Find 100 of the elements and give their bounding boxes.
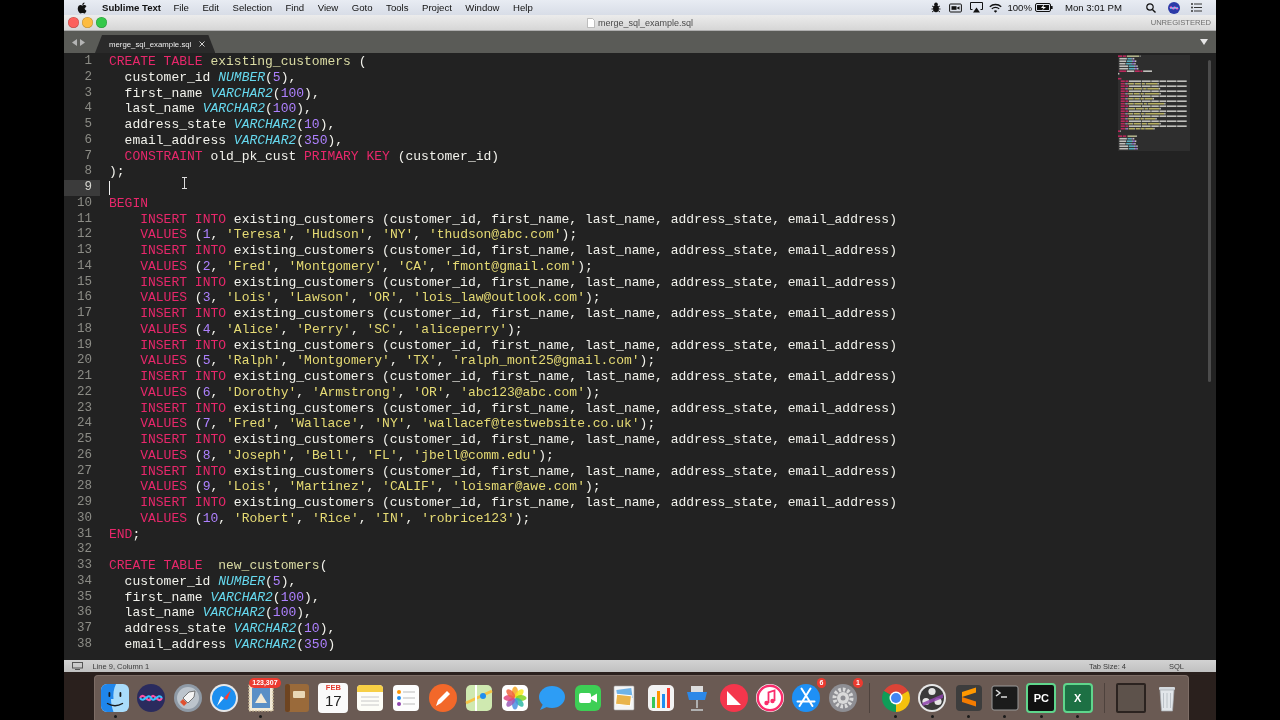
line-number: 37 bbox=[76, 621, 93, 637]
bug-icon[interactable] bbox=[930, 2, 941, 13]
crossed-sticks-icon[interactable] bbox=[791, 683, 822, 713]
code-line: INSERT INTO existing_customers (customer_id, first_name, last_name, address_state, email_address) bbox=[140, 306, 897, 322]
rocket-icon[interactable] bbox=[172, 683, 203, 713]
menu-item[interactable]: Window bbox=[465, 2, 500, 13]
orb-icon[interactable] bbox=[1168, 1, 1180, 14]
line-number: 3 bbox=[83, 85, 93, 102]
triangle-in-circle-icon[interactable] bbox=[718, 683, 749, 713]
menu-item[interactable]: Help bbox=[513, 2, 533, 13]
code-line: INSERT INTO existing_customers (customer_id, first_name, last_name, address_state, email_address) bbox=[140, 211, 897, 228]
line-number: 9 bbox=[64, 180, 100, 196]
line-number: 30 bbox=[76, 510, 93, 527]
line-number: 35 bbox=[76, 589, 93, 606]
line-number: 22 bbox=[76, 384, 93, 401]
line-number: 14 bbox=[76, 258, 93, 275]
menu-item[interactable]: View bbox=[317, 2, 339, 13]
code-line: customer_id NUMBER(5), bbox=[124, 69, 297, 86]
line-number: 27 bbox=[76, 463, 93, 480]
apple-icon[interactable] bbox=[77, 1, 87, 14]
video-camera-icon[interactable] bbox=[948, 2, 962, 13]
line-number: 38 bbox=[76, 636, 93, 653]
search-icon[interactable] bbox=[1146, 2, 1156, 13]
code-line: VALUES (2, 'Fred', 'Montgomery', 'CA', 'fmont@gmail.com'); bbox=[140, 258, 593, 275]
smiling-face-icon[interactable] bbox=[100, 683, 130, 713]
menu-item[interactable]: Find bbox=[285, 2, 305, 13]
code-line: customer_id NUMBER(5), bbox=[124, 573, 297, 590]
video-camera-icon[interactable] bbox=[573, 683, 604, 713]
code-line: INSERT INTO existing_customers (customer_id, first_name, last_name, address_state, email_address) bbox=[140, 400, 897, 417]
letter-tile[interactable]: PC bbox=[1026, 683, 1057, 713]
line-number: 20 bbox=[76, 353, 93, 369]
compass-icon[interactable] bbox=[209, 683, 240, 713]
menu-item[interactable]: Tools bbox=[386, 2, 409, 13]
display-icon[interactable] bbox=[71, 662, 83, 670]
code-line: INSERT INTO existing_customers (customer_id, first_name, last_name, address_state, email_address) bbox=[140, 274, 897, 291]
line-number: 31 bbox=[76, 526, 93, 543]
close-icon[interactable] bbox=[199, 41, 206, 47]
code-line: first_name VARCHAR2(100), bbox=[124, 589, 320, 606]
line-number: 4 bbox=[83, 101, 93, 117]
gear-icon[interactable] bbox=[827, 683, 858, 713]
line-number: 24 bbox=[76, 416, 93, 432]
back-arrow-icon[interactable] bbox=[72, 38, 77, 46]
code-line: BEGIN bbox=[109, 195, 148, 212]
menu-item[interactable]: Selection bbox=[232, 2, 272, 13]
pen-icon[interactable] bbox=[427, 683, 458, 713]
wifi-icon[interactable] bbox=[988, 2, 1002, 13]
film-reel-icon[interactable] bbox=[917, 683, 948, 713]
line-number: 34 bbox=[76, 573, 93, 590]
code-line: ); bbox=[109, 164, 125, 180]
code-line: CREATE TABLE existing_customers ( bbox=[109, 54, 367, 70]
code-line: CREATE TABLE new_customers( bbox=[109, 558, 328, 574]
letter-tile[interactable]: X bbox=[1062, 683, 1093, 713]
terminal-icon[interactable] bbox=[990, 683, 1020, 713]
menu-item[interactable]: File bbox=[173, 2, 189, 13]
code-line: VALUES (10, 'Robert', 'Rice', 'IN', 'robrice123'); bbox=[140, 510, 531, 527]
line-number: 19 bbox=[76, 337, 93, 354]
code-line: VALUES (7, 'Fred', 'Wallace', 'NY', 'wallacef@testwebsite.co.uk'); bbox=[140, 416, 656, 432]
dropdown-triangle-icon[interactable] bbox=[1200, 39, 1208, 45]
line-number: 6 bbox=[83, 132, 93, 149]
code-line: email_address VARCHAR2(350) bbox=[124, 636, 336, 653]
code-line: VALUES (3, 'Lois', 'Lawson', 'OR', 'lois_law@outlook.com'); bbox=[140, 290, 601, 306]
flower-icon[interactable] bbox=[500, 683, 531, 713]
code-line: email_address VARCHAR2(350), bbox=[124, 132, 344, 149]
forward-arrow-icon[interactable] bbox=[80, 38, 85, 46]
menu-item[interactable]: Edit bbox=[202, 2, 219, 13]
menu-clock[interactable]: Mon 3:01 PM bbox=[1064, 2, 1122, 13]
menu-item[interactable]: Goto bbox=[351, 2, 373, 13]
tricolor-circle-icon[interactable] bbox=[880, 683, 911, 713]
line-number: 28 bbox=[76, 479, 93, 495]
screen-mirroring-icon[interactable] bbox=[969, 2, 983, 13]
checklist-icon[interactable] bbox=[391, 683, 422, 713]
line-number: 7 bbox=[83, 148, 93, 165]
scrollbar-thumb[interactable] bbox=[1208, 60, 1211, 382]
bar-chart-icon[interactable] bbox=[645, 683, 676, 713]
line-number: 13 bbox=[76, 243, 93, 259]
list-icon[interactable] bbox=[1191, 3, 1202, 12]
music-note-icon[interactable] bbox=[755, 683, 786, 713]
line-number: 5 bbox=[83, 117, 93, 133]
line-number: 17 bbox=[76, 306, 93, 322]
code-minimap[interactable] bbox=[1118, 55, 1190, 151]
line-number: 1 bbox=[83, 54, 93, 70]
line-number: 29 bbox=[76, 495, 93, 511]
code-line: END; bbox=[109, 526, 141, 543]
notepad-icon[interactable] bbox=[354, 683, 385, 713]
code-line: last_name VARCHAR2(100), bbox=[124, 101, 312, 117]
line-number: 32 bbox=[76, 542, 93, 558]
code-line: VALUES (5, 'Ralph', 'Montgomery', 'TX', 'ralph_mont25@gmail.com'); bbox=[140, 353, 656, 369]
code-line: VALUES (4, 'Alice', 'Perry', 'SC', 'aliceperry'); bbox=[140, 321, 523, 338]
swirl-orb-icon[interactable] bbox=[136, 683, 167, 713]
menu-item[interactable]: Project bbox=[422, 2, 452, 13]
close-button[interactable] bbox=[67, 17, 79, 28]
slanted-bars-icon[interactable] bbox=[953, 683, 984, 713]
app-menu[interactable]: Sublime Text bbox=[102, 2, 161, 13]
code-line: first_name VARCHAR2(100), bbox=[124, 85, 320, 102]
line-number: 33 bbox=[76, 558, 93, 574]
battery-icon[interactable] bbox=[1034, 3, 1053, 12]
line-number: 21 bbox=[76, 369, 93, 385]
code-line: INSERT INTO existing_customers (customer_id, first_name, last_name, address_state, email_address) bbox=[140, 369, 897, 385]
map-icon[interactable] bbox=[463, 683, 494, 713]
line-number: 8 bbox=[83, 164, 93, 180]
